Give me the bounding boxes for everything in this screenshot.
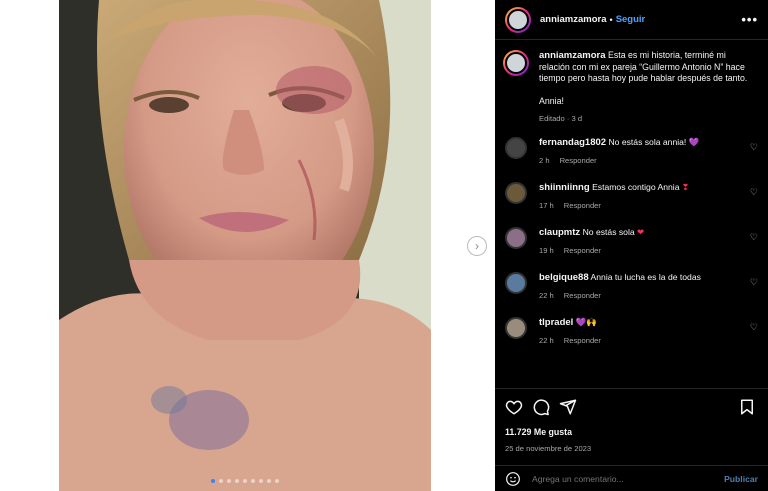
portrait-illustration xyxy=(59,0,431,491)
pagination-dot[interactable] xyxy=(259,479,263,483)
heart-small-icon[interactable]: ♡ xyxy=(750,277,758,288)
comment-item: tlpradel 💜🙌 22 h Responder ♡ xyxy=(495,316,768,362)
reply-button[interactable]: Responder xyxy=(560,156,597,165)
publish-button[interactable]: Publicar xyxy=(724,474,758,484)
pagination-dot[interactable] xyxy=(243,479,247,483)
post-caption: anniamzamora Esta es mi historia, termin… xyxy=(495,41,768,125)
comments-list[interactable]: anniamzamora Esta es mi historia, termin… xyxy=(495,41,768,387)
commenter-avatar[interactable] xyxy=(505,181,527,204)
like-icon[interactable] xyxy=(505,398,525,418)
author-avatar[interactable] xyxy=(505,6,531,33)
save-icon[interactable] xyxy=(738,398,758,418)
pagination-dot[interactable] xyxy=(235,479,239,483)
reply-button[interactable]: Responder xyxy=(564,336,601,345)
commenter-avatar[interactable] xyxy=(505,316,527,339)
comment-time: 22 h xyxy=(539,335,554,345)
next-image-button[interactable]: › xyxy=(467,236,487,256)
pagination-dot[interactable] xyxy=(275,479,279,483)
post-header: anniamzamora • Seguir ••• xyxy=(495,0,768,40)
comment-text-line: fernandag1802 No estás sola annia! 💜 xyxy=(539,137,750,148)
author-username[interactable]: anniamzamora xyxy=(540,14,607,25)
commenter-avatar[interactable] xyxy=(505,136,527,159)
comment-time: 22 h xyxy=(539,290,554,300)
comment-icon[interactable] xyxy=(532,398,552,418)
comment-time: 17 h xyxy=(539,200,554,210)
reply-button[interactable]: Responder xyxy=(564,246,601,255)
comment-text: No estás sola xyxy=(582,226,635,237)
caption-avatar[interactable] xyxy=(503,50,529,76)
comment-emoji: ❤ xyxy=(637,226,645,237)
comment-text-line: claupmtz No estás sola ❤ xyxy=(539,227,750,238)
caption-username[interactable]: anniamzamora xyxy=(539,50,606,61)
post-date: 25 de noviembre de 2023 xyxy=(505,444,592,453)
comment-text: Annia tu lucha es la de todas xyxy=(590,271,701,282)
comment-emoji: 💜 xyxy=(688,136,700,147)
caption-text: anniamzamora Esta es mi historia, termin… xyxy=(539,50,758,85)
comment-item: shiinniinng Estamos contigo Annia ❣ 17 h R… xyxy=(495,181,768,227)
comment-item: belgique88 Annia tu lucha es la de todas… xyxy=(495,271,768,317)
heart-small-icon[interactable]: ♡ xyxy=(750,232,758,243)
add-comment-bar: Publicar xyxy=(495,465,768,491)
pagination-dot[interactable] xyxy=(227,479,231,483)
share-icon[interactable] xyxy=(559,398,579,418)
pagination-dot[interactable] xyxy=(219,479,223,483)
more-icon[interactable]: ••• xyxy=(741,12,758,27)
commenter-username[interactable]: fernandag1802 xyxy=(539,137,606,148)
pagination-dot[interactable] xyxy=(267,479,271,483)
comment-text-line: shiinniinng Estamos contigo Annia ❣ xyxy=(539,182,750,193)
commenter-username[interactable]: tlpradel xyxy=(539,317,573,328)
reply-button[interactable]: Responder xyxy=(564,201,601,210)
heart-small-icon[interactable]: ♡ xyxy=(750,142,758,153)
post-actions: 11.729 Me gusta 25 de noviembre de 2023 xyxy=(495,388,768,466)
comment-item: fernandag1802 No estás sola annia! 💜 2 h R… xyxy=(495,136,768,182)
comment-emoji: ❣ xyxy=(681,181,690,192)
comment-text: No estás sola annia! xyxy=(608,136,687,147)
chevron-right-icon: › xyxy=(475,239,479,253)
emoji-icon[interactable] xyxy=(505,471,521,487)
follow-button[interactable]: Seguir xyxy=(616,14,646,25)
comment-time: 2 h xyxy=(539,155,550,165)
commenter-username[interactable]: claupmtz xyxy=(539,227,580,238)
post-image[interactable] xyxy=(59,0,431,491)
pagination-dot[interactable] xyxy=(251,479,255,483)
commenter-avatar[interactable] xyxy=(505,226,527,249)
commenter-username[interactable]: shiinniinng xyxy=(539,182,590,193)
image-pagination xyxy=(59,479,431,483)
pagination-dot[interactable] xyxy=(211,479,215,483)
comment-input[interactable] xyxy=(532,473,725,484)
comment-item: claupmtz No estás sola ❤ 19 h Responder ♡ xyxy=(495,226,768,272)
reply-button[interactable]: Responder xyxy=(564,291,601,300)
separator-dot: • xyxy=(609,14,613,25)
heart-small-icon[interactable]: ♡ xyxy=(750,187,758,198)
comment-text: Estamos contigo Annia xyxy=(592,181,680,192)
caption-signature: Annia! xyxy=(539,95,564,106)
like-count[interactable]: 11.729 Me gusta xyxy=(505,427,758,437)
comment-emoji: 💜🙌 xyxy=(575,316,598,327)
comment-time: 19 h xyxy=(539,245,554,255)
commenter-username[interactable]: belgique88 xyxy=(539,272,589,283)
comment-text-line: tlpradel 💜🙌 xyxy=(539,317,750,328)
caption-meta: Editado · 3 d xyxy=(539,114,583,123)
commenter-avatar[interactable] xyxy=(505,271,527,294)
comment-text-line: belgique88 Annia tu lucha es la de todas xyxy=(539,272,750,283)
post-sidebar: anniamzamora • Seguir ••• anniamzamora E… xyxy=(495,0,768,491)
heart-small-icon[interactable]: ♡ xyxy=(750,322,758,333)
